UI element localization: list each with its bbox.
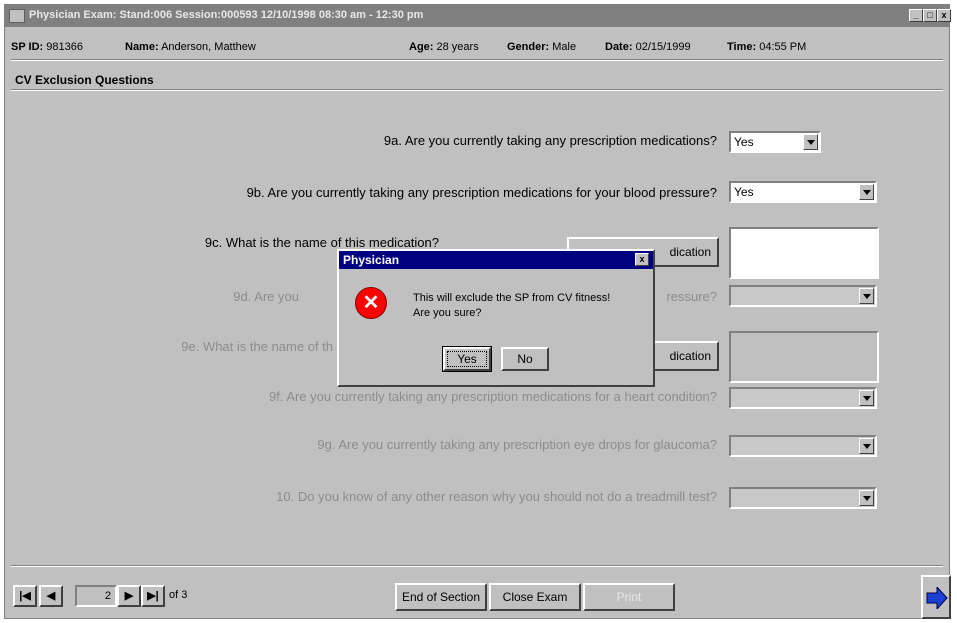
question-9d: 9d. Are you bbox=[233, 289, 299, 304]
name-value: Anderson, Matthew bbox=[161, 41, 256, 53]
chevron-down-icon[interactable] bbox=[859, 390, 874, 406]
dialog-title-bar: Physician x bbox=[339, 251, 653, 269]
dialog-message-line-1: This will exclude the SP from CV fitness… bbox=[413, 292, 611, 304]
section-title: CV Exclusion Questions bbox=[15, 73, 154, 87]
time-value: 04:55 PM bbox=[759, 41, 807, 53]
dialog-title: Physician bbox=[343, 253, 400, 267]
app-icon bbox=[9, 9, 25, 23]
error-x-icon: ✕ bbox=[355, 287, 387, 319]
gender-label: Gender: bbox=[507, 41, 550, 53]
dialog-close-button[interactable]: x bbox=[635, 253, 649, 266]
maximize-button[interactable]: □ bbox=[923, 9, 937, 22]
arrow-right-icon bbox=[926, 587, 948, 609]
close-button[interactable]: x bbox=[937, 9, 951, 22]
window-title: Physician Exam: Stand:006 Session:000593… bbox=[29, 9, 424, 21]
medication-name-9c-field[interactable] bbox=[729, 227, 879, 279]
end-of-section-button[interactable]: End of Section bbox=[395, 583, 487, 611]
chevron-down-icon[interactable] bbox=[859, 490, 874, 506]
print-button[interactable]: Print bbox=[583, 583, 675, 611]
sp-id-label: SP ID: bbox=[11, 41, 44, 53]
main-window: Physician Exam: Stand:006 Session:000593… bbox=[4, 4, 951, 619]
chevron-down-icon[interactable] bbox=[803, 134, 818, 150]
last-page-icon[interactable]: ▶| bbox=[141, 585, 165, 607]
patient-info-bar: SP ID: 981366 Name: Anderson, Matthew Ag… bbox=[5, 37, 949, 57]
medication-name-9e-field[interactable] bbox=[729, 331, 879, 383]
answer-9g-select[interactable] bbox=[729, 435, 877, 457]
chevron-down-icon[interactable] bbox=[859, 288, 874, 304]
dialog-message-line-2: Are you sure? bbox=[413, 307, 482, 319]
sp-id-value: 981366 bbox=[46, 41, 83, 53]
answer-9a-select[interactable]: Yes bbox=[729, 131, 821, 153]
name-label: Name: bbox=[125, 41, 159, 53]
chevron-down-icon[interactable] bbox=[859, 438, 874, 454]
next-page-icon[interactable]: ▶ bbox=[117, 585, 141, 607]
question-9e: 9e. What is the name of th bbox=[181, 339, 333, 354]
question-9g: 9g. Are you currently taking any prescri… bbox=[317, 437, 717, 452]
question-10: 10. Do you know of any other reason why … bbox=[276, 489, 717, 504]
dialog-message: This will exclude the SP from CV fitness… bbox=[413, 291, 610, 321]
answer-9b-select[interactable]: Yes bbox=[729, 181, 877, 203]
answer-9f-select[interactable] bbox=[729, 387, 877, 409]
answer-9b-value: Yes bbox=[734, 185, 754, 199]
bottom-nav-bar: |◀ ◀ 2 ▶ ▶| of 3 End of Section Close Ex… bbox=[5, 575, 951, 619]
time-label: Time: bbox=[727, 41, 757, 53]
question-9a: 9a. Are you currently taking any prescri… bbox=[383, 133, 717, 148]
answer-9d-select[interactable] bbox=[729, 285, 877, 307]
question-9c: 9c. What is the name of this medication? bbox=[204, 235, 439, 250]
answer-10-select[interactable] bbox=[729, 487, 877, 509]
chevron-down-icon[interactable] bbox=[859, 184, 874, 200]
minimize-button[interactable]: _ bbox=[909, 9, 923, 22]
title-bar: Physician Exam: Stand:006 Session:000593… bbox=[5, 5, 951, 27]
answer-9a-value: Yes bbox=[734, 135, 754, 149]
page-count: of 3 bbox=[169, 589, 188, 601]
no-button[interactable]: No bbox=[501, 347, 549, 371]
date-value: 02/15/1999 bbox=[635, 41, 691, 53]
question-9b: 9b. Are you currently taking any prescri… bbox=[246, 185, 717, 200]
gender-value: Male bbox=[552, 41, 577, 53]
first-page-icon[interactable]: |◀ bbox=[13, 585, 37, 607]
divider bbox=[11, 89, 943, 91]
prev-page-icon[interactable]: ◀ bbox=[39, 585, 63, 607]
age-value: 28 years bbox=[436, 41, 479, 53]
next-section-button[interactable] bbox=[921, 575, 951, 619]
divider bbox=[11, 59, 943, 61]
close-exam-button[interactable]: Close Exam bbox=[489, 583, 581, 611]
page-number-field[interactable]: 2 bbox=[75, 585, 117, 607]
divider bbox=[11, 565, 943, 567]
confirm-dialog: Physician x ✕ This will exclude the SP f… bbox=[337, 249, 655, 387]
question-9d-tail: ressure? bbox=[666, 289, 717, 304]
question-9f: 9f. Are you currently taking any prescri… bbox=[268, 389, 717, 404]
yes-button[interactable]: Yes bbox=[443, 347, 491, 371]
age-label: Age: bbox=[409, 41, 434, 53]
date-label: Date: bbox=[605, 41, 633, 53]
